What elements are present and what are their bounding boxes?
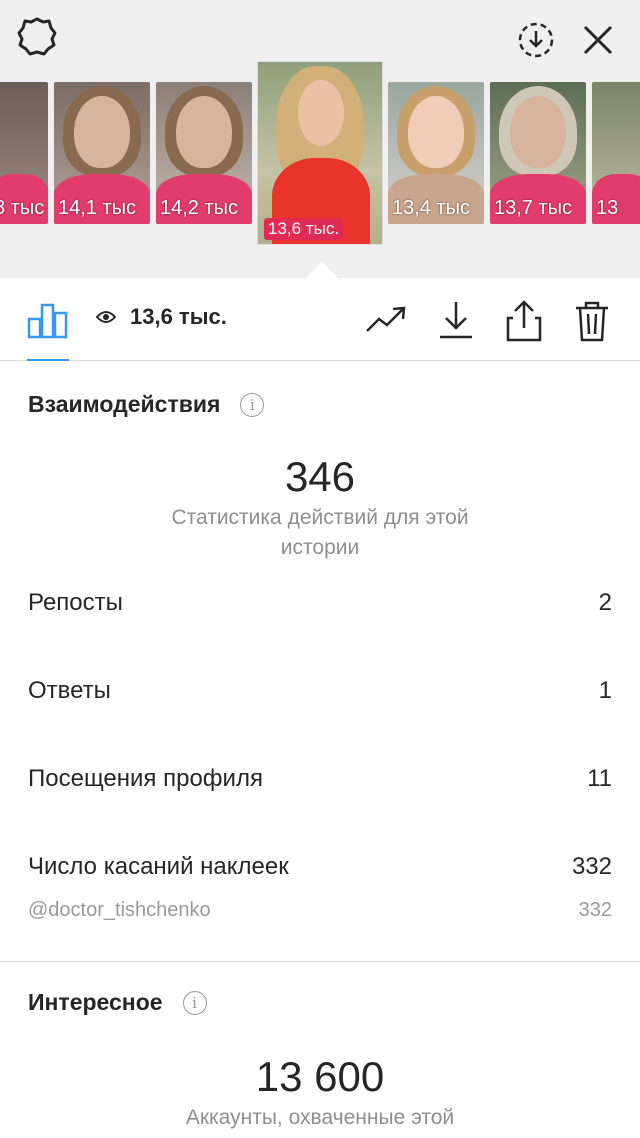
info-icon[interactable]: i — [182, 990, 207, 1015]
interactions-header: Взаимодействия i — [28, 391, 265, 418]
thumbnail-views: 14,2 тыс — [160, 197, 239, 219]
share-icon[interactable] — [504, 298, 544, 344]
discovery-total: 13 600 — [255, 1053, 385, 1100]
selection-caret — [306, 262, 338, 278]
stat-label: Число касаний наклеек — [28, 853, 289, 880]
stat-value: 2 — [598, 589, 612, 616]
stat-label: Репосты — [28, 589, 123, 616]
stat-row-sticker-taps: Число касаний наклеек 332 — [28, 853, 612, 881]
stat-row-replies: Ответы 1 — [28, 677, 612, 705]
info-icon[interactable]: i — [240, 392, 265, 417]
story-thumbnail[interactable]: 14,1 тыс — [54, 82, 150, 224]
download-icon[interactable] — [436, 298, 476, 342]
story-thumbnail[interactable]: 13 — [592, 82, 640, 224]
selected-story-thumbnail[interactable]: 13,6 тыс. — [258, 62, 382, 244]
thumbnail-views: 13 — [596, 197, 619, 219]
stat-value: 1 — [598, 677, 612, 704]
thumbnail-views: 13,7 тыс — [494, 197, 573, 219]
stat-value: 332 — [571, 853, 612, 880]
selected-story-views: 13,6 тыс. — [264, 218, 344, 240]
download-circle-icon[interactable] — [516, 20, 556, 60]
story-thumbnail[interactable]: 8 тыс — [0, 82, 48, 224]
sticker-mention-row: @doctor_tishchenko 332 — [28, 899, 612, 922]
sticker-mention-label: @doctor_tishchenko — [28, 899, 211, 921]
stat-row-reposts: Репосты 2 — [28, 589, 612, 617]
thumbnail-views: 13,4 тыс — [392, 197, 471, 219]
insights-bar-chart-icon[interactable] — [26, 300, 70, 340]
stat-label: Ответы — [28, 677, 111, 704]
views-count: 13,6 тыс. — [96, 304, 227, 330]
discovery-caption: Аккаунты, охваченные этой — [185, 1106, 455, 1129]
thumbnail-views: 8 тыс — [0, 197, 45, 219]
story-thumbnail[interactable]: 14,2 тыс — [156, 82, 252, 224]
trending-arrow-icon[interactable] — [364, 302, 410, 338]
top-bar — [0, 0, 640, 62]
insights-content: Взаимодействия i 346 Статистика действий… — [0, 361, 640, 1138]
insights-toolbar: 13,6 тыс. — [0, 278, 640, 361]
sticker-mention-value: 332 — [578, 899, 612, 921]
story-thumbnail[interactable]: 13,4 тыс — [388, 82, 484, 224]
section-divider — [0, 961, 640, 962]
interactions-total: 346 — [284, 453, 356, 500]
thumbnail-views: 14,1 тыс — [58, 197, 137, 219]
views-count-text: 13,6 тыс. — [130, 304, 227, 329]
stories-header: 8 тыс 14,1 тыс 14,2 тыс 13,4 тыс — [0, 0, 640, 278]
close-icon[interactable] — [580, 22, 616, 58]
discovery-title: Интересное — [28, 989, 163, 1015]
trash-icon[interactable] — [572, 298, 612, 344]
eye-icon — [96, 310, 116, 324]
story-thumbnail[interactable]: 13,7 тыс — [490, 82, 586, 224]
stat-value: 11 — [587, 765, 612, 792]
stat-label: Посещения профиля — [28, 765, 263, 792]
settings-gear-icon[interactable] — [16, 16, 58, 58]
stat-row-profile-visits: Посещения профиля 11 — [28, 765, 612, 793]
discovery-header: Интересное i — [28, 989, 207, 1016]
interactions-title: Взаимодействия — [28, 391, 221, 417]
interactions-caption: Статистика действий для этой истории — [171, 506, 469, 559]
